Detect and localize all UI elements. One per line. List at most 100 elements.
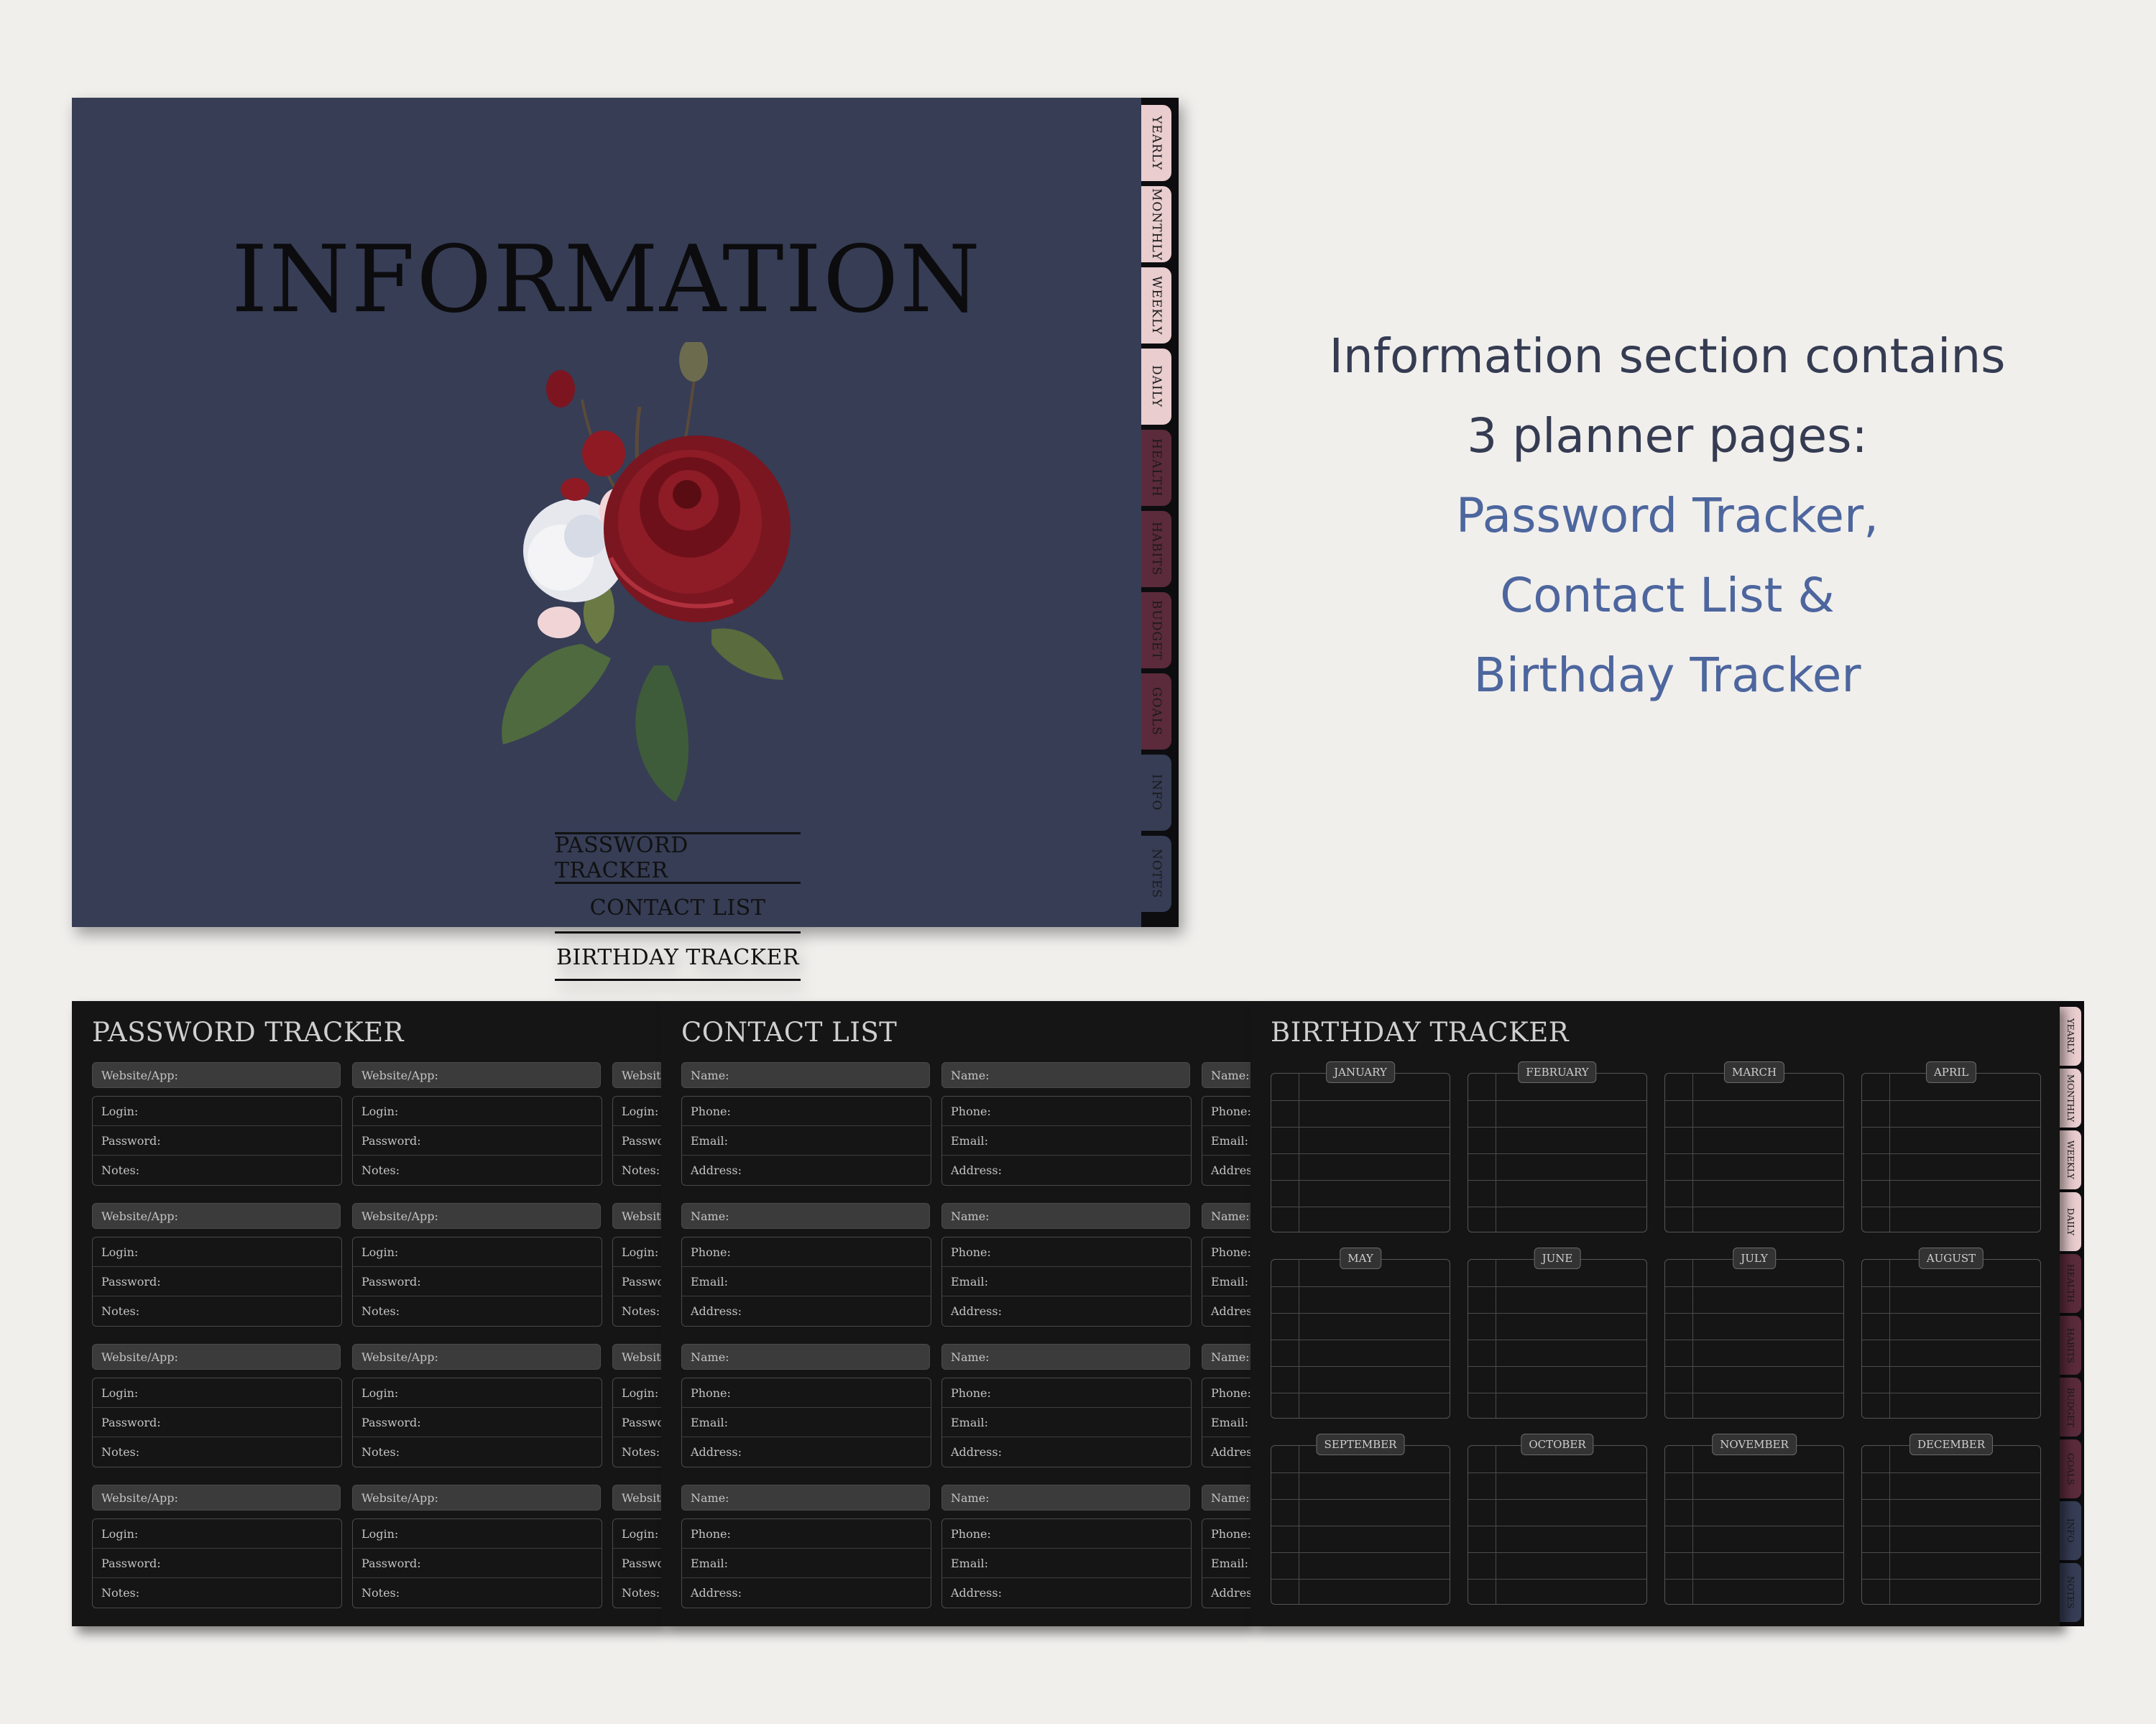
contact-field-row[interactable]: Address:	[682, 1296, 931, 1326]
contact-field-row[interactable]: Phone:	[1202, 1097, 1250, 1126]
spread-tab-info[interactable]: INFO	[2060, 1501, 2081, 1560]
contact-field-row[interactable]: Phone:	[942, 1378, 1191, 1408]
contact-card-header-field[interactable]: Name:	[681, 1344, 930, 1370]
spread-tab-monthly[interactable]: MONTHLY	[2060, 1069, 2081, 1128]
contact-field-row[interactable]: Phone:	[1202, 1378, 1250, 1408]
contact-field-row[interactable]: Email:	[682, 1549, 931, 1578]
contact-field-row[interactable]: Email:	[942, 1549, 1191, 1578]
contact-field-row[interactable]: Phone:	[942, 1519, 1191, 1549]
password-field-row[interactable]: Login:	[353, 1237, 602, 1267]
password-field-row[interactable]: Login:	[93, 1519, 341, 1549]
contact-field-row[interactable]: Phone:	[682, 1378, 931, 1408]
contact-field-row[interactable]: Email:	[682, 1408, 931, 1437]
password-field-row[interactable]: Password:	[93, 1549, 341, 1578]
contact-field-row[interactable]: Email:	[682, 1267, 931, 1296]
contact-field-row[interactable]: Address:	[1202, 1296, 1250, 1326]
spread-tab-notes[interactable]: NOTES	[2060, 1563, 2081, 1622]
contact-field-row[interactable]: Phone:	[682, 1519, 931, 1549]
contact-card-header-field[interactable]: Name:	[1202, 1485, 1250, 1511]
cover-tab-yearly[interactable]: YEARLY	[1141, 105, 1171, 181]
month-entry-grid[interactable]	[1271, 1259, 1450, 1419]
spread-tab-daily[interactable]: DAILY	[2060, 1192, 2081, 1251]
password-field-row[interactable]: Password:	[93, 1408, 341, 1437]
contact-field-row[interactable]: Phone:	[682, 1097, 931, 1126]
password-field-row[interactable]: Login:	[613, 1378, 661, 1408]
password-card-header-field[interactable]: Website/App:	[92, 1485, 341, 1511]
contact-card-header-field[interactable]: Name:	[941, 1344, 1190, 1370]
password-field-row[interactable]: Notes:	[353, 1296, 602, 1326]
contact-field-row[interactable]: Address:	[1202, 1156, 1250, 1185]
month-entry-grid[interactable]	[1861, 1073, 2041, 1232]
contact-field-row[interactable]: Email:	[942, 1267, 1191, 1296]
contact-card-header-field[interactable]: Name:	[941, 1203, 1190, 1229]
cover-link-contact-list[interactable]: CONTACT LIST	[555, 882, 801, 931]
contact-field-row[interactable]: Address:	[942, 1296, 1191, 1326]
password-field-row[interactable]: Login:	[613, 1519, 661, 1549]
contact-field-row[interactable]: Address:	[942, 1156, 1191, 1185]
password-field-row[interactable]: Notes:	[353, 1156, 602, 1185]
contact-card-header-field[interactable]: Name:	[681, 1203, 930, 1229]
password-card-header-field[interactable]: Website/App:	[352, 1485, 601, 1511]
spread-tab-habits[interactable]: HABITS	[2060, 1316, 2081, 1375]
cover-tab-monthly[interactable]: MONTHLY	[1141, 186, 1171, 262]
contact-card-header-field[interactable]: Name:	[941, 1485, 1190, 1511]
password-field-row[interactable]: Login:	[93, 1097, 341, 1126]
cover-tab-daily[interactable]: DAILY	[1141, 349, 1171, 425]
password-field-row[interactable]: Password:	[353, 1549, 602, 1578]
contact-field-row[interactable]: Email:	[682, 1126, 931, 1156]
cover-tab-habits[interactable]: HABITS	[1141, 511, 1171, 587]
password-card-header-field[interactable]: Website/App:	[612, 1203, 661, 1229]
contact-field-row[interactable]: Email:	[942, 1126, 1191, 1156]
month-entry-grid[interactable]	[1861, 1259, 2041, 1419]
contact-field-row[interactable]: Address:	[1202, 1437, 1250, 1467]
contact-field-row[interactable]: Address:	[682, 1578, 931, 1608]
password-field-row[interactable]: Login:	[93, 1237, 341, 1267]
contact-field-row[interactable]: Phone:	[942, 1237, 1191, 1267]
contact-card-header-field[interactable]: Name:	[1202, 1344, 1250, 1370]
password-card-header-field[interactable]: Website/App:	[612, 1344, 661, 1370]
spread-tab-yearly[interactable]: YEARLY	[2060, 1007, 2081, 1066]
password-field-row[interactable]: Login:	[353, 1519, 602, 1549]
password-field-row[interactable]: Notes:	[613, 1578, 661, 1608]
cover-tab-weekly[interactable]: WEEKLY	[1141, 267, 1171, 344]
contact-card-header-field[interactable]: Name:	[681, 1062, 930, 1088]
password-field-row[interactable]: Login:	[353, 1378, 602, 1408]
cover-link-birthday-tracker[interactable]: BIRTHDAY TRACKER	[555, 931, 801, 981]
password-card-header-field[interactable]: Website/App:	[352, 1062, 601, 1088]
contact-field-row[interactable]: Phone:	[1202, 1519, 1250, 1549]
password-field-row[interactable]: Password:	[93, 1126, 341, 1156]
cover-tab-budget[interactable]: BUDGET	[1141, 592, 1171, 668]
contact-field-row[interactable]: Email:	[1202, 1126, 1250, 1156]
contact-field-row[interactable]: Address:	[942, 1437, 1191, 1467]
password-field-row[interactable]: Password:	[613, 1549, 661, 1578]
cover-tab-health[interactable]: HEALTH	[1141, 430, 1171, 506]
password-field-row[interactable]: Password:	[353, 1126, 602, 1156]
password-field-row[interactable]: Login:	[353, 1097, 602, 1126]
contact-field-row[interactable]: Email:	[1202, 1267, 1250, 1296]
password-field-row[interactable]: Password:	[353, 1408, 602, 1437]
contact-field-row[interactable]: Address:	[1202, 1578, 1250, 1608]
contact-card-header-field[interactable]: Name:	[1202, 1203, 1250, 1229]
password-card-header-field[interactable]: Website/App:	[92, 1203, 341, 1229]
password-field-row[interactable]: Login:	[93, 1378, 341, 1408]
password-card-header-field[interactable]: Website/App:	[352, 1203, 601, 1229]
password-field-row[interactable]: Notes:	[613, 1437, 661, 1467]
contact-field-row[interactable]: Address:	[682, 1437, 931, 1467]
cover-tab-info[interactable]: INFO	[1141, 755, 1171, 831]
password-field-row[interactable]: Notes:	[613, 1296, 661, 1326]
password-field-row[interactable]: Password:	[93, 1267, 341, 1296]
password-field-row[interactable]: Password:	[613, 1408, 661, 1437]
contact-field-row[interactable]: Phone:	[942, 1097, 1191, 1126]
password-field-row[interactable]: Password:	[613, 1126, 661, 1156]
spread-tab-goals[interactable]: GOALS	[2060, 1439, 2081, 1498]
month-entry-grid[interactable]	[1468, 1259, 1647, 1419]
cover-tab-notes[interactable]: NOTES	[1141, 836, 1171, 912]
month-entry-grid[interactable]	[1664, 1259, 1844, 1419]
month-entry-grid[interactable]	[1664, 1073, 1844, 1232]
month-entry-grid[interactable]	[1468, 1445, 1647, 1605]
contact-field-row[interactable]: Phone:	[1202, 1237, 1250, 1267]
password-field-row[interactable]: Password:	[613, 1267, 661, 1296]
contact-card-header-field[interactable]: Name:	[941, 1062, 1190, 1088]
month-entry-grid[interactable]	[1861, 1445, 2041, 1605]
password-field-row[interactable]: Login:	[613, 1097, 661, 1126]
